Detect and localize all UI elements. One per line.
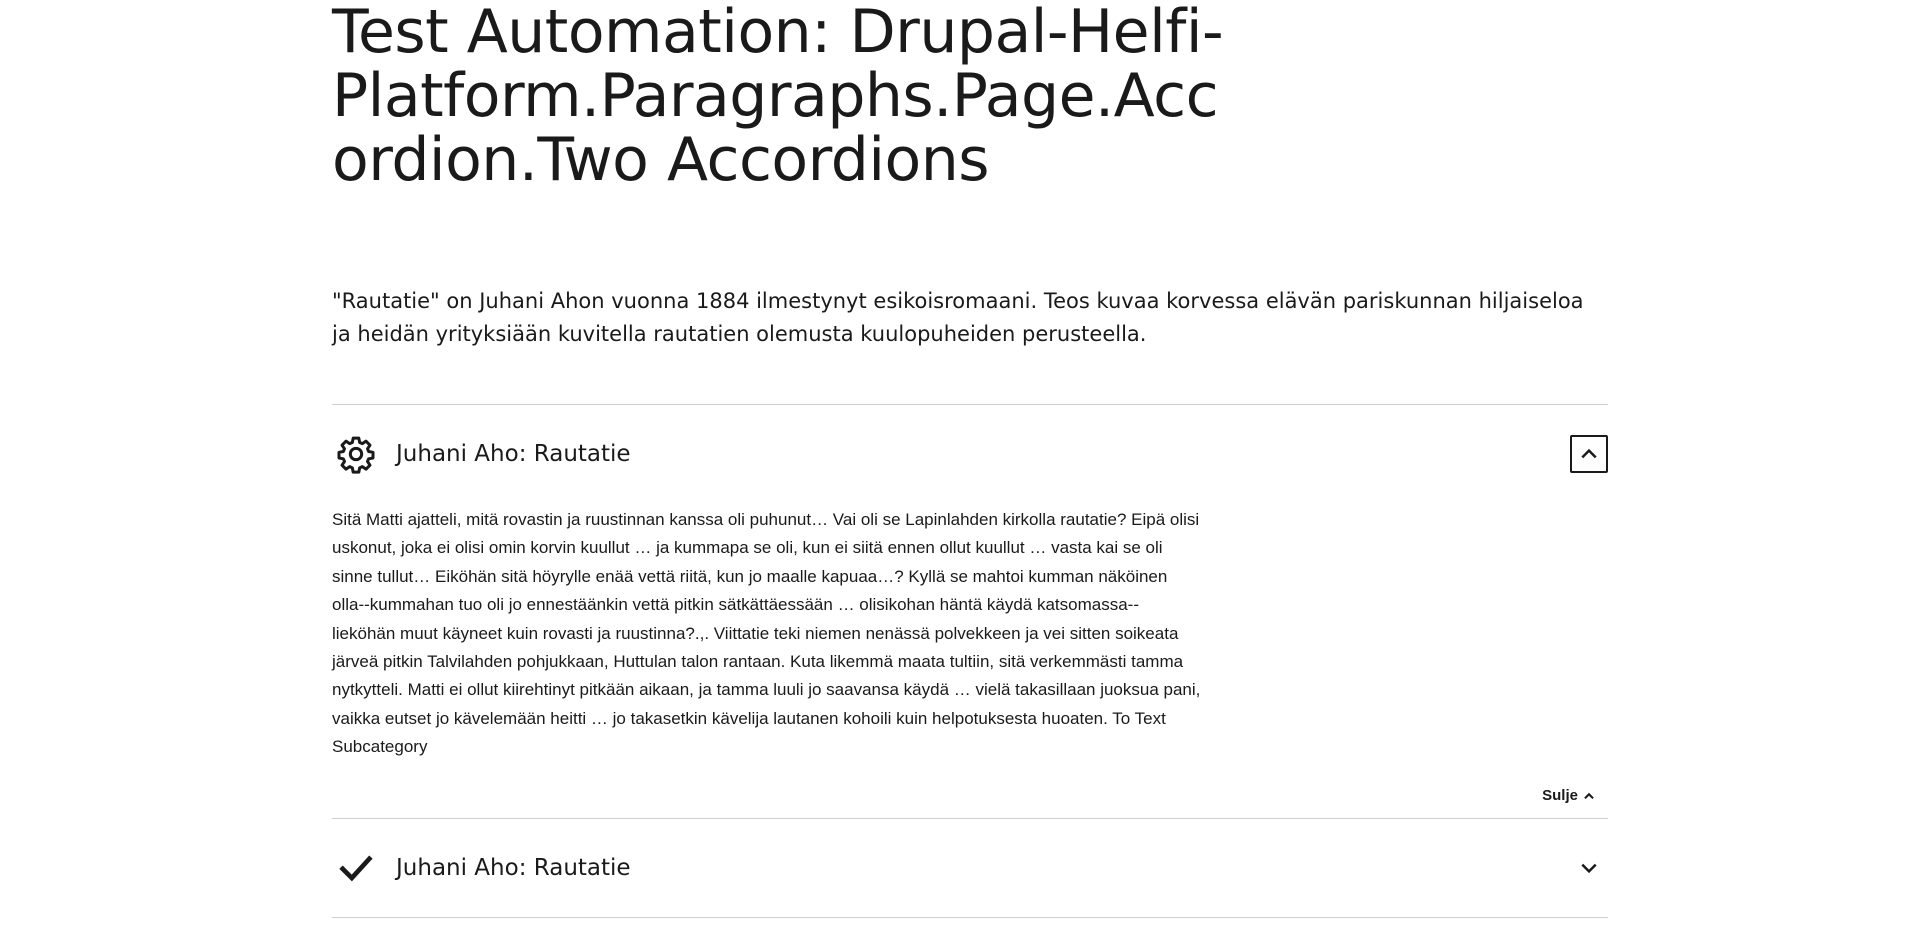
checkmark-icon <box>332 844 380 892</box>
accordion: Juhani Aho: Rautatie Sitä Matti ajatteli… <box>332 404 1608 918</box>
accordion-item: Juhani Aho: Rautatie Sitä Matti ajatteli… <box>332 405 1608 819</box>
gear-icon <box>332 430 380 478</box>
close-button-label: Sulje <box>1542 787 1578 805</box>
accordion-item: Juhani Aho: Rautatie <box>332 819 1608 918</box>
collapse-toggle-button[interactable] <box>1570 434 1608 473</box>
accordion-close-row: Sulje <box>332 774 1608 818</box>
main-content: Test Automation: Drupal-Helfi-Platform.P… <box>332 0 1608 918</box>
chevron-up-icon <box>1584 792 1594 799</box>
chevron-down-icon <box>1581 863 1597 873</box>
close-button[interactable]: Sulje <box>1542 787 1596 804</box>
accordion-header[interactable]: Juhani Aho: Rautatie <box>332 405 1608 502</box>
accordion-body-text: Sitä Matti ajatteli, mitä rovastin ja ru… <box>332 510 1201 757</box>
lead-paragraph: "Rautatie" on Juhani Ahon vuonna 1884 il… <box>332 289 1584 346</box>
expand-toggle-button[interactable] <box>1570 849 1608 887</box>
accordion-title: Juhani Aho: Rautatie <box>396 854 631 881</box>
accordion-body: Sitä Matti ajatteli, mitä rovastin ja ru… <box>332 502 1608 818</box>
page-title: Test Automation: Drupal-Helfi-Platform.P… <box>332 0 1224 195</box>
accordion-title: Juhani Aho: Rautatie <box>396 440 631 467</box>
accordion-header[interactable]: Juhani Aho: Rautatie <box>332 819 1608 917</box>
chevron-up-icon <box>1581 448 1597 458</box>
